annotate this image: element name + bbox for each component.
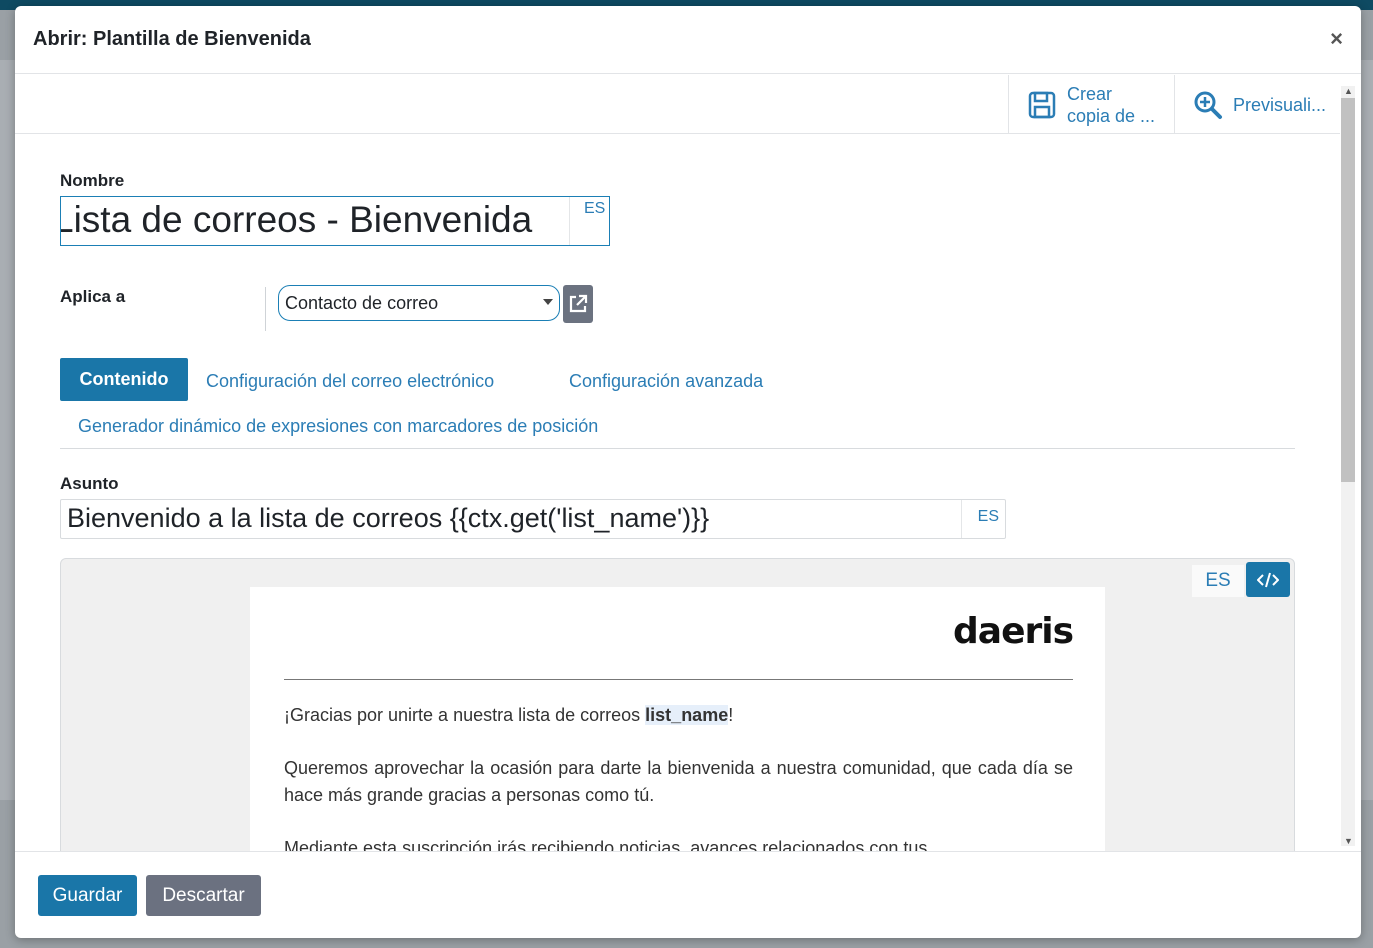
button-box: Crear copia de ... Previsuali... [15,75,1340,134]
email-paragraph-3: Mediante esta suscripción irás recibiend… [284,838,928,851]
discard-button[interactable]: Descartar [146,875,261,916]
background-right-strip [1361,60,1373,800]
scrollbar-thumb[interactable] [1341,98,1355,482]
subject-lang-separator [961,500,962,538]
caret-down-icon [543,299,553,305]
brand-logo: daeris [953,611,1074,652]
background-left-strip [0,60,15,800]
dialog-header: Abrir: Plantilla de Bienvenida × [15,6,1361,74]
html-editor[interactable]: daeris ¡Gracias por unirte a nuestra lis… [60,558,1295,851]
code-view-icon [1257,572,1279,587]
code-view-button[interactable] [1246,562,1290,597]
email-preview[interactable]: daeris ¡Gracias por unirte a nuestra lis… [250,587,1105,851]
email-divider [284,679,1073,680]
create-copy-button[interactable]: Crear copia de ... [1008,75,1174,134]
subject-field-value: Bienvenido a la lista de correos {{ctx.g… [67,503,710,533]
preview-button[interactable]: Previsuali... [1174,75,1340,134]
external-link-icon [569,294,588,313]
dialog-body[interactable]: Crear copia de ... Previsuali... Nombre … [15,75,1361,851]
save-copy-icon [1028,91,1056,118]
name-field[interactable]: Lista de correos - Bienvenida ES [60,196,610,246]
tab-email-config[interactable]: Configuración del correo electrónico [206,371,494,392]
subject-label: Asunto [60,474,119,493]
dialog-title: Abrir: Plantilla de Bienvenida [33,28,311,50]
preview-zoom-icon [1194,91,1222,119]
subject-lang-toggle[interactable]: ES [978,508,999,526]
template-dialog: Abrir: Plantilla de Bienvenida × Crear c… [15,6,1361,938]
tab-dynamic-placeholder[interactable]: Generador dinámico de expresiones con ma… [78,416,598,437]
external-link-button[interactable] [563,285,593,323]
name-lang-toggle[interactable]: ES [584,200,605,218]
create-copy-label-line1: Crear [1067,83,1113,104]
preview-label: Previsuali... [1233,94,1327,115]
save-button[interactable]: Guardar [38,875,137,916]
tab-content[interactable]: Contenido [60,358,188,401]
subject-field[interactable]: Bienvenido a la lista de correos {{ctx.g… [60,499,1006,539]
field-separator [265,287,266,331]
email-paragraph-2: Queremos aprovechar la ocasión para dart… [284,758,1073,805]
tabs-divider [60,448,1295,449]
applies-to-label: Aplica a [60,287,126,306]
applies-to-value: Contacto de correo [285,292,439,313]
scroll-up-icon[interactable]: ▲ [1344,86,1353,96]
tab-advanced-config[interactable]: Configuración avanzada [569,371,763,392]
name-lang-box[interactable]: ES [569,197,609,245]
name-field-value: Lista de correos - Bienvenida [60,199,533,240]
applies-to-select[interactable]: Contacto de correo [278,285,560,321]
dialog-footer: Guardar Descartar [15,851,1361,938]
email-paragraph-1: ¡Gracias por unirte a nuestra lista de c… [284,702,1073,729]
dialog-scrollbar[interactable]: ▲ ▼ [1341,86,1355,846]
email-paragraph-1-suffix: ! [728,705,734,725]
create-copy-label-line2: copia de ... [1067,105,1156,126]
scroll-down-icon[interactable]: ▼ [1344,836,1353,846]
email-paragraph-1-prefix: ¡Gracias por unirte a nuestra lista de c… [284,705,646,725]
name-label: Nombre [60,171,125,190]
list-name-placeholder: list_name [645,705,729,725]
close-icon[interactable]: × [1330,26,1343,52]
editor-lang-toggle[interactable]: ES [1192,565,1244,597]
